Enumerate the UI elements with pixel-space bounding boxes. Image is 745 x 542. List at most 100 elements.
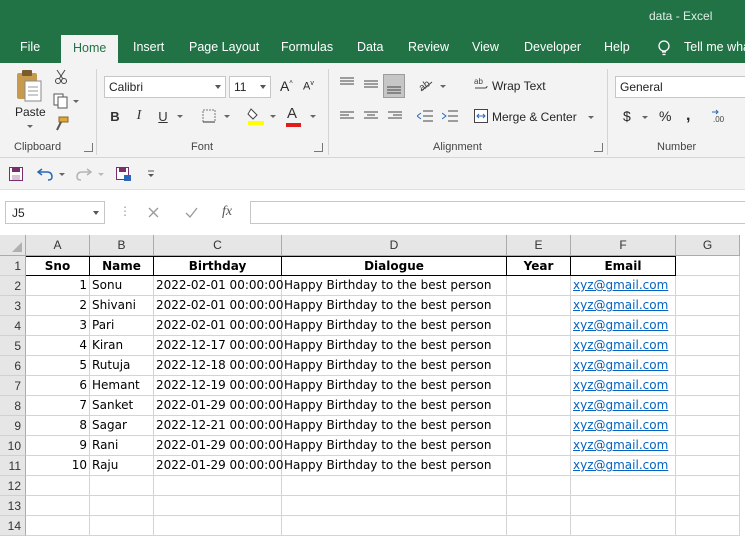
year-cell[interactable] bbox=[507, 456, 571, 476]
name-cell[interactable]: Kiran bbox=[90, 336, 154, 356]
align-right-icon[interactable] bbox=[388, 111, 402, 121]
alignment-launcher-icon[interactable] bbox=[594, 143, 603, 152]
sno-cell[interactable]: 3 bbox=[26, 316, 90, 336]
merge-center-dropdown-icon[interactable] bbox=[588, 116, 594, 119]
email-link[interactable]: xyz@gmail.com bbox=[571, 376, 676, 396]
row-header-8[interactable]: 8 bbox=[0, 396, 26, 416]
dialogue-cell[interactable]: Happy Birthday to the best person bbox=[282, 436, 507, 456]
birthday-cell[interactable]: 2022-02-01 00:00:00 bbox=[154, 276, 283, 296]
font-name-dropdown-icon[interactable] bbox=[215, 85, 221, 89]
name-cell[interactable]: Raju bbox=[90, 456, 154, 476]
merge-center-button[interactable]: Merge & Center bbox=[492, 110, 577, 124]
font-size-dropdown-icon[interactable] bbox=[260, 85, 266, 89]
row-header-3[interactable]: 3 bbox=[0, 296, 26, 316]
tab-formulas[interactable]: Formulas bbox=[281, 40, 333, 54]
cell[interactable] bbox=[26, 516, 90, 536]
header-cell-sno[interactable]: Sno bbox=[26, 256, 90, 276]
email-link[interactable]: xyz@gmail.com bbox=[571, 396, 676, 416]
email-link[interactable]: xyz@gmail.com bbox=[571, 276, 676, 296]
top-align-icon[interactable] bbox=[340, 77, 354, 87]
year-cell[interactable] bbox=[507, 316, 571, 336]
column-header-b[interactable]: B bbox=[90, 235, 154, 256]
customize-toolbar-icon[interactable] bbox=[147, 170, 155, 179]
cell[interactable] bbox=[154, 476, 282, 496]
column-header-d[interactable]: D bbox=[282, 235, 507, 256]
fill-color-icon[interactable] bbox=[247, 106, 265, 126]
year-cell[interactable] bbox=[507, 436, 571, 456]
header-cell-birthday[interactable]: Birthday bbox=[154, 256, 282, 276]
tab-developer[interactable]: Developer bbox=[524, 40, 581, 54]
increase-indent-icon[interactable] bbox=[442, 110, 458, 122]
paste-button[interactable]: Paste bbox=[15, 105, 46, 119]
borders-dropdown-icon[interactable] bbox=[224, 115, 230, 118]
bottom-align-button[interactable] bbox=[383, 74, 405, 98]
font-launcher-icon[interactable] bbox=[314, 143, 323, 152]
cancel-icon[interactable] bbox=[148, 207, 159, 218]
cell[interactable] bbox=[676, 336, 740, 356]
cell[interactable] bbox=[571, 476, 676, 496]
borders-icon[interactable] bbox=[202, 109, 216, 123]
header-cell-year[interactable]: Year bbox=[507, 256, 571, 276]
row-header-4[interactable]: 4 bbox=[0, 316, 26, 336]
year-cell[interactable] bbox=[507, 296, 571, 316]
tab-file[interactable]: File bbox=[20, 40, 40, 54]
cell[interactable] bbox=[676, 316, 740, 336]
column-header-f[interactable]: F bbox=[571, 235, 676, 256]
row-header-11[interactable]: 11 bbox=[0, 456, 26, 476]
name-box[interactable]: J5 bbox=[5, 201, 105, 224]
sno-cell[interactable]: 6 bbox=[26, 376, 90, 396]
year-cell[interactable] bbox=[507, 416, 571, 436]
select-all-button[interactable] bbox=[0, 235, 26, 256]
year-cell[interactable] bbox=[507, 396, 571, 416]
cell[interactable] bbox=[676, 436, 740, 456]
cell[interactable] bbox=[676, 276, 740, 296]
dialogue-cell[interactable]: Happy Birthday to the best person bbox=[282, 396, 507, 416]
merge-center-icon[interactable] bbox=[474, 109, 488, 123]
name-cell[interactable]: Pari bbox=[90, 316, 154, 336]
dialogue-cell[interactable]: Happy Birthday to the best person bbox=[282, 376, 507, 396]
row-header-12[interactable]: 12 bbox=[0, 476, 26, 496]
tab-home[interactable]: Home bbox=[61, 35, 119, 63]
formula-input[interactable] bbox=[250, 201, 745, 224]
row-header-5[interactable]: 5 bbox=[0, 336, 26, 356]
birthday-cell[interactable]: 2022-02-01 00:00:00 bbox=[154, 316, 283, 336]
name-cell[interactable]: Sanket bbox=[90, 396, 154, 416]
currency-dropdown-icon[interactable] bbox=[642, 116, 648, 119]
undo-icon[interactable] bbox=[37, 167, 53, 181]
name-box-dropdown-icon[interactable] bbox=[93, 211, 99, 215]
sno-cell[interactable]: 1 bbox=[26, 276, 90, 296]
tab-data[interactable]: Data bbox=[357, 40, 383, 54]
email-link[interactable]: xyz@gmail.com bbox=[571, 356, 676, 376]
cell[interactable] bbox=[676, 396, 740, 416]
fill-color-dropdown-icon[interactable] bbox=[270, 115, 276, 118]
wrap-text-icon[interactable]: ab bbox=[474, 77, 488, 91]
decrease-font-icon[interactable]: Av bbox=[303, 80, 314, 93]
cell[interactable] bbox=[676, 416, 740, 436]
underline-button[interactable]: U bbox=[156, 108, 170, 124]
year-cell[interactable] bbox=[507, 336, 571, 356]
font-name-combo[interactable]: Calibri bbox=[104, 76, 226, 98]
name-cell[interactable]: Sagar bbox=[90, 416, 154, 436]
cell[interactable] bbox=[571, 516, 676, 536]
cell[interactable] bbox=[676, 456, 740, 476]
column-header-g[interactable]: G bbox=[676, 235, 740, 256]
save-icon[interactable] bbox=[9, 167, 23, 181]
name-cell[interactable]: Sonu bbox=[90, 276, 154, 296]
row-header-2[interactable]: 2 bbox=[0, 276, 26, 296]
sno-cell[interactable]: 2 bbox=[26, 296, 90, 316]
dialogue-cell[interactable]: Happy Birthday to the best person bbox=[282, 456, 507, 476]
cell[interactable] bbox=[676, 516, 740, 536]
wrap-text-button[interactable]: Wrap Text bbox=[492, 79, 546, 93]
header-cell-email[interactable]: Email bbox=[571, 256, 676, 276]
tab-help[interactable]: Help bbox=[604, 40, 630, 54]
name-cell[interactable]: Hemant bbox=[90, 376, 154, 396]
row-header-9[interactable]: 9 bbox=[0, 416, 26, 436]
font-color-dropdown-icon[interactable] bbox=[310, 115, 316, 118]
year-cell[interactable] bbox=[507, 376, 571, 396]
tab-page-layout[interactable]: Page Layout bbox=[189, 40, 259, 54]
email-link[interactable]: xyz@gmail.com bbox=[571, 436, 676, 456]
enter-icon[interactable] bbox=[185, 207, 198, 218]
comma-style-icon[interactable]: , bbox=[686, 107, 690, 125]
cell[interactable] bbox=[676, 256, 740, 276]
cell[interactable] bbox=[154, 496, 282, 516]
